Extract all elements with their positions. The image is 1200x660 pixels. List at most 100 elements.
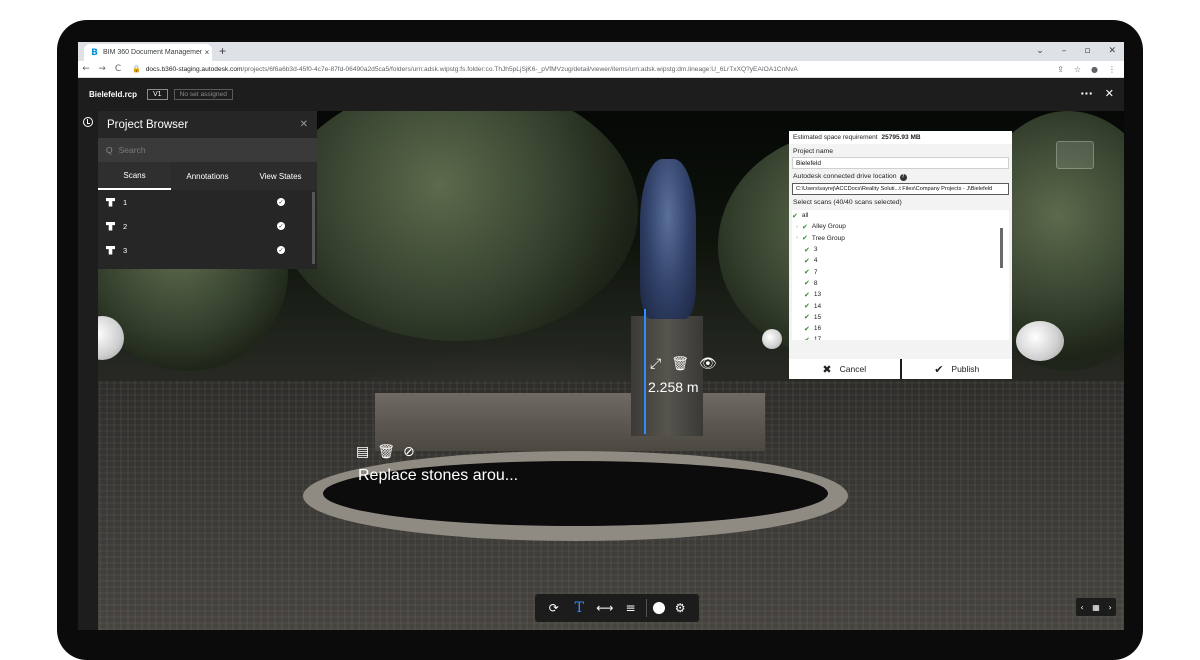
check-icon: ✔	[804, 245, 810, 254]
set-status-badge[interactable]: No set assigned	[173, 89, 233, 100]
delete-icon[interactable]: 🗑	[377, 444, 395, 460]
annotation-text[interactable]: Replace stones arou...	[358, 467, 518, 485]
scan-item-label: 8	[813, 279, 818, 287]
tab-search-icon[interactable]: ⌄	[1036, 43, 1044, 59]
point-cloud-viewer[interactable]: Project Browser ✕ Q Scans Annotations Vi…	[78, 111, 1124, 630]
close-icon[interactable]: ✕	[300, 119, 308, 130]
scan-item-label: 3	[813, 246, 818, 254]
close-icon: ✖	[822, 362, 832, 376]
tree-scan	[278, 111, 638, 341]
scan-checkbox-item[interactable]: ✔ 3	[792, 244, 1009, 255]
scan-label: 1	[123, 197, 128, 207]
search-input[interactable]	[118, 145, 289, 155]
space-value: 25795.93 MB	[881, 134, 921, 141]
orbit-icon[interactable]: ⟳	[544, 598, 564, 618]
scan-checkbox-item[interactable]: ✔ 14	[792, 300, 1009, 311]
reload-icon[interactable]: C	[110, 64, 126, 74]
minimize-button[interactable]: –	[1062, 43, 1067, 59]
address-bar-actions: ⇪ ☆ ● ⋮	[1057, 65, 1116, 74]
scan-checkbox-item[interactable]: ✔ 13	[792, 289, 1009, 300]
settings-icon[interactable]: ⚙	[670, 598, 690, 618]
more-options-icon[interactable]: ···	[1080, 87, 1093, 100]
drive-location-label-row: Autodesk connected drive location?	[789, 169, 1012, 183]
tab-annotations[interactable]: Annotations	[171, 162, 244, 190]
measurement-value: 2.258 m	[648, 379, 699, 395]
scan-item-label: 16	[813, 325, 822, 333]
drive-path-field[interactable]: C:\Users\sayrej\ACCDocs\Reality Soluti..…	[792, 183, 1009, 195]
publish-label: Publish	[951, 364, 980, 374]
new-tab-button[interactable]: +	[219, 44, 226, 58]
search-icon: Q	[106, 145, 113, 155]
profile-icon[interactable]: ●	[1091, 65, 1098, 74]
browser-menu-icon[interactable]: ⋮	[1108, 65, 1116, 74]
list-item[interactable]: 2 ✓	[98, 214, 317, 238]
scan-checkbox-item[interactable]: ✔ 16	[792, 323, 1009, 334]
scan-group-item[interactable]: › ✔ Alley Group	[792, 221, 1009, 232]
scan-item-label: all	[801, 212, 809, 220]
publish-button[interactable]: ✔ Publish	[901, 359, 1012, 379]
text-annotation-icon[interactable]: T	[569, 598, 589, 618]
version-badge[interactable]: V1	[147, 89, 168, 100]
share-icon[interactable]: ⇪	[1057, 65, 1064, 74]
address-bar: ← → C 🔒 docs.b360-staging.autodesk.com /…	[78, 61, 1124, 78]
scan-checkbox-item[interactable]: ✔ 8	[792, 278, 1009, 289]
project-browser-header: Project Browser ✕	[98, 111, 317, 138]
expand-caret-icon[interactable]: ›	[796, 235, 798, 241]
close-viewer-icon[interactable]: ✕	[1105, 87, 1114, 100]
browser-tab-bar: B BIM 360 Document Management × + ⌄ – ▫ …	[78, 42, 1124, 61]
check-icon: ✔	[802, 234, 808, 243]
viewer-header: Bielefeld.rcp V1 No set assigned ··· ✕	[78, 78, 1124, 111]
scan-checkbox-item[interactable]: ✔ 4	[792, 255, 1009, 266]
back-icon[interactable]: ←	[78, 64, 94, 74]
forward-icon[interactable]: →	[94, 64, 110, 74]
scan-checkbox-all[interactable]: ✔ all	[792, 210, 1009, 221]
tab-view-states[interactable]: View States	[244, 162, 317, 190]
url-field[interactable]: 🔒 docs.b360-staging.autodesk.com /projec…	[132, 63, 1057, 76]
measure-icon[interactable]: ⟷	[595, 598, 615, 618]
delete-icon[interactable]: 🗑	[671, 356, 689, 372]
tab-close-icon[interactable]: ×	[202, 48, 212, 57]
hide-icon[interactable]: 👁	[699, 356, 717, 372]
measurement-line[interactable]	[644, 309, 646, 434]
expand-caret-icon[interactable]: ›	[796, 224, 798, 230]
scan-item-label: 4	[813, 257, 818, 265]
list-item[interactable]: 3 ✓	[98, 238, 317, 262]
visibility-check-icon[interactable]: ✓	[277, 246, 285, 254]
grid-icon[interactable]: ▦	[1092, 603, 1100, 612]
check-icon: ✔	[804, 268, 810, 277]
chevron-left-icon[interactable]: ‹	[1080, 603, 1083, 612]
visibility-check-icon[interactable]: ✓	[277, 198, 285, 206]
scan-selection-list: ✔ all › ✔ Alley Group › ✔ Tree Group ✔ 3 ✔ 4 ✔ 7…	[792, 210, 1009, 340]
visibility-check-icon[interactable]: ✓	[277, 222, 285, 230]
scan-group-item[interactable]: › ✔ Tree Group	[792, 233, 1009, 244]
comment-icon[interactable]: ▤	[356, 444, 369, 460]
maximize-button[interactable]: ▫	[1084, 43, 1090, 59]
project-name-field[interactable]: Bielefeld	[792, 157, 1009, 169]
view-switcher: ‹ ▦ ›	[1076, 598, 1116, 616]
measure-icon[interactable]: ⤢	[650, 356, 661, 372]
scrollbar[interactable]	[1000, 228, 1003, 268]
close-window-button[interactable]: ✕	[1108, 43, 1116, 59]
street-lamp	[762, 329, 782, 349]
layers-icon[interactable]: ≡	[620, 598, 640, 618]
chevron-right-icon[interactable]: ›	[1108, 603, 1111, 612]
cancel-button[interactable]: ✖ Cancel	[789, 359, 900, 379]
point-size-icon[interactable]	[652, 602, 665, 614]
check-icon: ✔	[934, 362, 944, 376]
scanner-icon	[106, 197, 115, 207]
statue	[640, 159, 696, 319]
bim360-favicon-icon: B	[90, 47, 99, 58]
history-icon[interactable]	[83, 117, 93, 127]
browser-tab[interactable]: B BIM 360 Document Management ×	[84, 44, 212, 61]
check-icon: ✔	[804, 256, 810, 265]
tab-scans[interactable]: Scans	[98, 162, 171, 190]
info-icon[interactable]: ?	[899, 174, 907, 181]
scan-checkbox-item[interactable]: ✔ 15	[792, 312, 1009, 323]
scan-checkbox-item[interactable]: ✔ 17	[792, 334, 1009, 340]
bookmark-star-icon[interactable]: ☆	[1074, 65, 1081, 74]
scan-list: 1 ✓ 2 ✓ 3 ✓	[98, 190, 317, 264]
list-item[interactable]: 1 ✓	[98, 190, 317, 214]
hide-icon[interactable]: ⊘	[403, 444, 415, 460]
scan-checkbox-item[interactable]: ✔ 7	[792, 266, 1009, 277]
scrollbar[interactable]	[312, 192, 315, 264]
